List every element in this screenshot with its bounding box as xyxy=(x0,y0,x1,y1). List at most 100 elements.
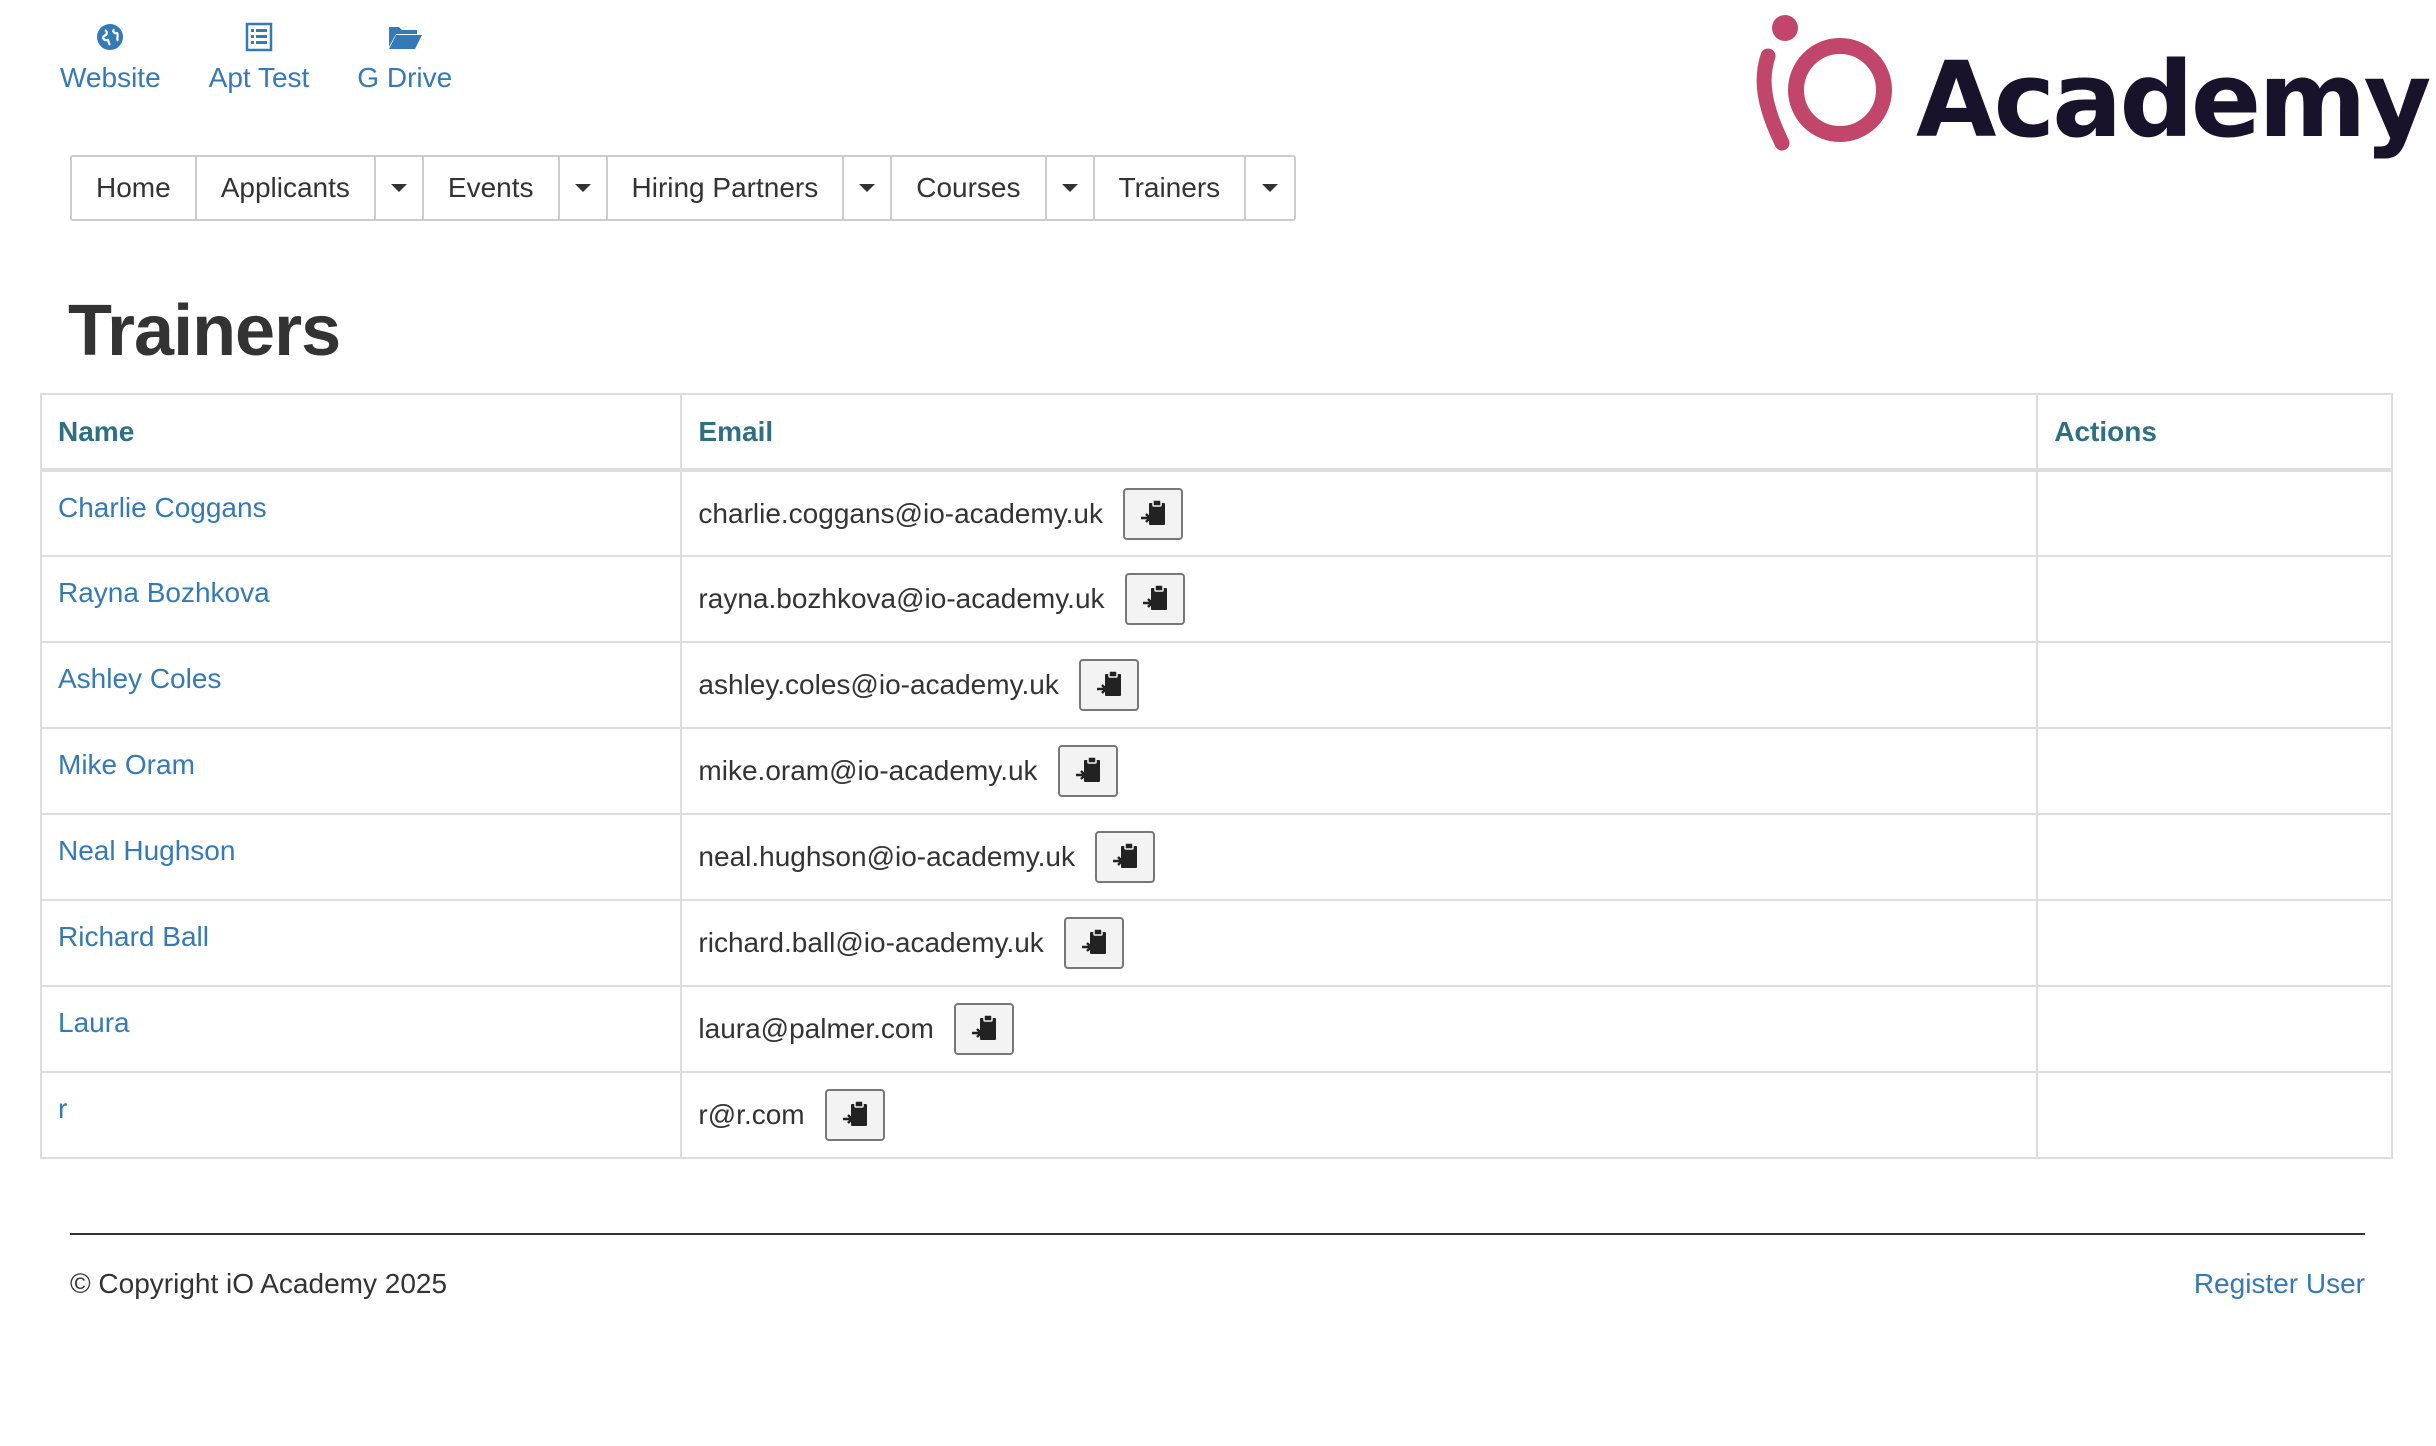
name-cell: Charlie Coggans xyxy=(39,469,683,557)
name-cell: Neal Hughson xyxy=(39,813,683,901)
actions-cell xyxy=(2036,1071,2393,1159)
page: Website Apt Test G Drive Academy Home Ap… xyxy=(0,0,2436,1446)
header-actions: Actions xyxy=(2036,393,2393,472)
nav-applicants-dropdown[interactable] xyxy=(376,157,424,219)
actions-cell xyxy=(2036,555,2393,643)
trainer-name-link[interactable]: Charlie Coggans xyxy=(58,492,267,523)
g-drive-label: G Drive xyxy=(357,62,453,93)
folder-open-icon xyxy=(387,20,423,54)
email-cell: ashley.coles@io-academy.uk xyxy=(680,641,2039,729)
email-cell: laura@palmer.com xyxy=(680,985,2039,1073)
clipboard-icon xyxy=(971,1014,996,1040)
table-row: Neal Hughson neal.hughson@io-academy.uk xyxy=(39,813,2393,901)
table-row: Laura laura@palmer.com xyxy=(39,985,2393,1073)
copy-email-button[interactable] xyxy=(1057,745,1118,797)
copy-email-button[interactable] xyxy=(824,1089,885,1141)
trainer-email: r@r.com xyxy=(698,1099,805,1130)
clipboard-icon xyxy=(1142,584,1167,610)
trainer-name-link[interactable]: Laura xyxy=(58,1007,130,1038)
actions-cell xyxy=(2036,641,2393,729)
actions-cell xyxy=(2036,985,2393,1073)
email-cell: rayna.bozhkova@io-academy.uk xyxy=(680,555,2039,643)
website-label: Website xyxy=(60,62,161,93)
nav-trainers[interactable]: Trainers xyxy=(1095,157,1247,219)
clipboard-icon xyxy=(1096,670,1121,696)
trainer-email: ashley.coles@io-academy.uk xyxy=(698,669,1059,700)
header-name: Name xyxy=(39,393,683,472)
nav-events-dropdown[interactable] xyxy=(560,157,608,219)
copyright-text: © Copyright iO Academy 2025 xyxy=(70,1268,448,1299)
clipboard-icon xyxy=(1113,842,1137,868)
trainer-email: laura@palmer.com xyxy=(698,1013,934,1044)
nav-events[interactable]: Events xyxy=(424,157,560,219)
copy-email-button[interactable] xyxy=(1078,659,1139,711)
header-email: Email xyxy=(680,393,2039,472)
table-row: r r@r.com xyxy=(39,1071,2393,1159)
table-row: Rayna Bozhkova rayna.bozhkova@io-academy… xyxy=(39,555,2393,643)
caret-down-icon xyxy=(1061,184,1078,192)
io-logo-mark xyxy=(1756,15,1892,151)
footer-divider xyxy=(70,1233,2365,1235)
nav-hiring-partners-dropdown[interactable] xyxy=(844,157,893,219)
trainer-email: richard.ball@io-academy.uk xyxy=(698,927,1044,958)
actions-cell xyxy=(2036,813,2393,901)
trainer-name-link[interactable]: Neal Hughson xyxy=(58,835,235,866)
main-nav: Home Applicants Events Hiring Partners C… xyxy=(70,155,1297,221)
clipboard-icon xyxy=(1081,928,1106,954)
name-cell: Laura xyxy=(39,985,683,1073)
nav-trainers-dropdown[interactable] xyxy=(1246,157,1294,219)
table-row: Richard Ball richard.ball@io-academy.uk xyxy=(39,899,2393,987)
caret-down-icon xyxy=(574,184,591,192)
table-header-row: Name Email Actions xyxy=(39,393,2393,472)
trainer-email: rayna.bozhkova@io-academy.uk xyxy=(698,583,1105,614)
clipboard-icon xyxy=(842,1100,867,1126)
logo-text: Academy xyxy=(1916,39,2431,161)
email-cell: charlie.coggans@io-academy.uk xyxy=(680,469,2039,557)
trainer-name-link[interactable]: Rayna Bozhkova xyxy=(58,577,270,608)
nav-courses-dropdown[interactable] xyxy=(1047,157,1095,219)
apt-test-link[interactable]: Apt Test xyxy=(208,20,310,94)
name-cell: Richard Ball xyxy=(39,899,683,987)
trainer-email: charlie.coggans@io-academy.uk xyxy=(698,497,1103,529)
trainer-name-link[interactable]: r xyxy=(58,1093,67,1124)
trainers-table: Name Email Actions Charlie Coggans charl… xyxy=(39,393,2393,1159)
email-cell: mike.oram@io-academy.uk xyxy=(680,727,2039,815)
nav-home[interactable]: Home xyxy=(72,157,197,219)
list-icon xyxy=(245,20,273,54)
register-user-link[interactable]: Register User xyxy=(2194,1268,2365,1300)
globe-icon xyxy=(96,20,124,54)
table-row: Mike Oram mike.oram@io-academy.uk xyxy=(39,727,2393,815)
actions-cell xyxy=(2036,727,2393,815)
actions-cell xyxy=(2036,899,2393,987)
page-title: Trainers xyxy=(68,291,341,371)
g-drive-link[interactable]: G Drive xyxy=(357,20,452,94)
website-link[interactable]: Website xyxy=(60,20,161,94)
nav-applicants[interactable]: Applicants xyxy=(197,157,376,219)
trainer-email: neal.hughson@io-academy.uk xyxy=(698,841,1075,872)
trainer-name-link[interactable]: Mike Oram xyxy=(58,749,195,780)
copy-email-button[interactable] xyxy=(1122,487,1183,540)
name-cell: Rayna Bozhkova xyxy=(39,555,683,643)
caret-down-icon xyxy=(859,184,876,192)
actions-cell xyxy=(2036,469,2393,557)
nav-courses[interactable]: Courses xyxy=(892,157,1047,219)
trainer-email: mike.oram@io-academy.uk xyxy=(698,755,1038,786)
email-cell: r@r.com xyxy=(680,1071,2039,1159)
copy-email-button[interactable] xyxy=(1095,831,1155,883)
copy-email-button[interactable] xyxy=(953,1003,1014,1055)
io-academy-logo[interactable]: Academy xyxy=(1752,8,2431,161)
clipboard-icon xyxy=(1140,498,1165,525)
trainer-name-link[interactable]: Richard Ball xyxy=(58,921,209,952)
email-cell: neal.hughson@io-academy.uk xyxy=(680,813,2039,901)
copy-email-button[interactable] xyxy=(1063,917,1124,969)
name-cell: Mike Oram xyxy=(39,727,683,815)
trainer-name-link[interactable]: Ashley Coles xyxy=(58,663,221,694)
clipboard-icon xyxy=(1075,756,1100,782)
copy-email-button[interactable] xyxy=(1124,573,1185,625)
quick-links: Website Apt Test G Drive xyxy=(60,20,500,94)
table-row: Charlie Coggans charlie.coggans@io-acade… xyxy=(39,469,2393,557)
apt-test-label: Apt Test xyxy=(208,62,310,93)
table-row: Ashley Coles ashley.coles@io-academy.uk xyxy=(39,641,2393,729)
nav-hiring-partners[interactable]: Hiring Partners xyxy=(608,157,845,219)
name-cell: r xyxy=(39,1071,683,1159)
